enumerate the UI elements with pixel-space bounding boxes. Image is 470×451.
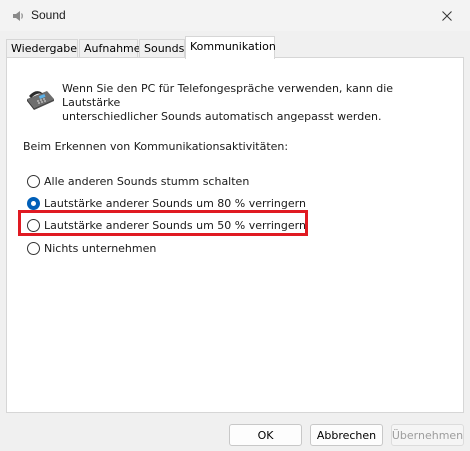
intro-line-2: unterschiedlicher Sounds automatisch ang… [62, 110, 382, 123]
cancel-button[interactable]: Abbrechen [310, 424, 383, 446]
option-reduce-80[interactable]: Lautstärke anderer Sounds um 80 % verrin… [27, 195, 306, 211]
radio-button-checked[interactable] [27, 196, 40, 210]
close-icon [442, 10, 452, 21]
intro-text: Wenn Sie den PC für Telefongespräche ver… [62, 82, 452, 124]
option-label: Lautstärke anderer Sounds um 50 % verrin… [44, 218, 306, 232]
option-label: Alle anderen Sounds stumm schalten [44, 174, 250, 188]
tab-strip: Wiedergabe Aufnahme Sounds Kommunikation [6, 36, 466, 59]
intro-line-1: Wenn Sie den PC für Telefongespräche ver… [62, 82, 394, 109]
tab-kommunikation[interactable]: Kommunikation [185, 36, 276, 59]
window-title: Sound [31, 8, 66, 22]
section-label: Beim Erkennen von Kommunikationsaktivitä… [23, 140, 289, 153]
radio-button[interactable] [27, 174, 40, 188]
option-label: Lautstärke anderer Sounds um 80 % verrin… [44, 196, 306, 210]
option-mute-all[interactable]: Alle anderen Sounds stumm schalten [27, 173, 249, 189]
tab-aufnahme[interactable]: Aufnahme [79, 39, 141, 58]
radio-button[interactable] [27, 241, 40, 255]
apply-button[interactable]: Übernehmen [391, 424, 464, 446]
ok-button[interactable]: OK [229, 424, 302, 446]
title-bar: Sound [0, 0, 470, 31]
close-button[interactable] [424, 0, 470, 31]
telephone-icon [27, 91, 54, 110]
tab-wiedergabe[interactable]: Wiedergabe [6, 39, 78, 58]
radio-button[interactable] [27, 218, 40, 232]
communication-panel: Wenn Sie den PC für Telefongespräche ver… [6, 57, 464, 413]
option-reduce-50[interactable]: Lautstärke anderer Sounds um 50 % verrin… [27, 217, 306, 233]
speaker-icon [13, 11, 23, 21]
option-do-nothing[interactable]: Nichts unternehmen [27, 240, 156, 256]
option-label: Nichts unternehmen [44, 241, 157, 255]
tab-sounds[interactable]: Sounds [139, 39, 185, 58]
